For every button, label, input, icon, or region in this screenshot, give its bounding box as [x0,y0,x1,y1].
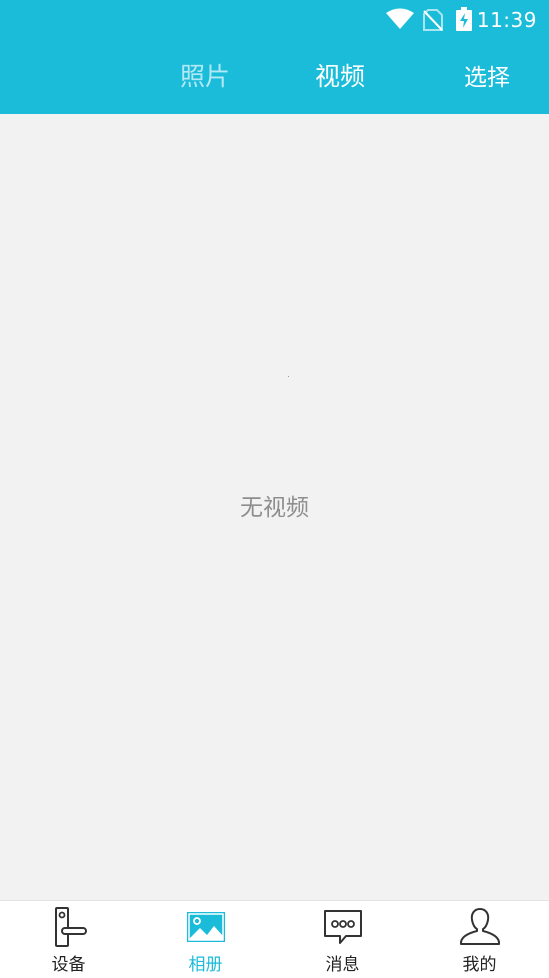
nav-label-mine: 我的 [462,955,497,975]
wifi-icon [386,8,414,34]
gallery-icon [137,906,274,948]
tab-videos[interactable]: 视频 [315,61,365,93]
video-list-area: 无视频 [0,114,549,900]
app-header: 11:39 照片 视频 选择 [0,0,549,114]
nav-item-devices[interactable]: 设备 [0,901,137,978]
nav-label-messages: 消息 [325,955,360,975]
select-button[interactable]: 选择 [464,62,510,94]
bottom-navigation: 设备 相册 消息 我的 [0,900,549,978]
nav-item-mine[interactable]: 我的 [411,901,548,978]
nav-label-album: 相册 [188,955,223,975]
door-lock-icon [0,906,137,948]
status-bar: 11:39 [0,0,549,40]
status-time: 11:39 [476,8,537,32]
empty-state-text: 无视频 [240,495,309,521]
no-sim-icon [423,9,443,35]
nav-item-album[interactable]: 相册 [137,901,274,978]
nav-item-messages[interactable]: 消息 [274,901,411,978]
message-icon [274,906,411,948]
battery-charging-icon [456,7,472,35]
tab-photos[interactable]: 照片 [180,61,230,93]
divider-dot [288,376,289,377]
user-icon [411,906,548,948]
nav-label-devices: 设备 [51,955,86,975]
